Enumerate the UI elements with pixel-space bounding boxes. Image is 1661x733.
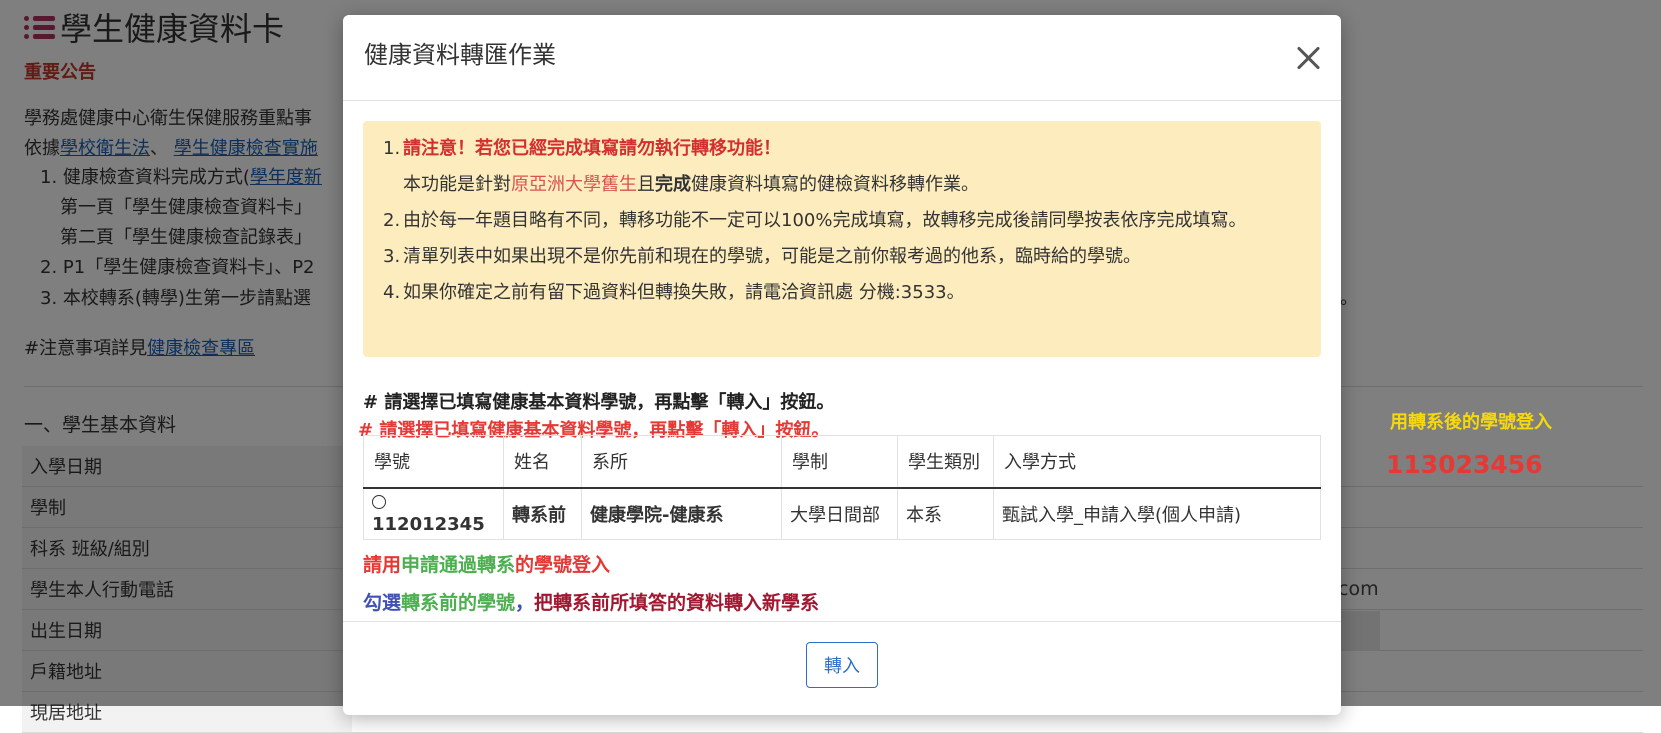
modal-title: 健康資料轉匯作業 — [364, 41, 556, 69]
department-cell: 健康學院-健康系 — [581, 487, 782, 540]
notice-item-1: 1. 請注意！若您已經完成填寫請勿執行轉移功能！ 本功能是針對原亞洲大學舊生且完… — [383, 138, 979, 195]
system-cell: 大學日間部 — [781, 487, 898, 540]
hint-select: 勾選轉系前的學號，把轉系前所填答的資料轉入新學系 — [363, 592, 820, 614]
hint-login: 請用申請通過轉系的學號登入 — [363, 554, 611, 576]
notice-box: 1. 請注意！若您已經完成填寫請勿執行轉移功能！ 本功能是針對原亞洲大學舊生且完… — [363, 121, 1321, 357]
instruction-text: # 請選擇已填寫健康基本資料學號，再點擊「轉入」按鈕。 — [363, 392, 835, 413]
category-cell: 本系 — [897, 487, 994, 540]
close-icon[interactable] — [1293, 43, 1323, 73]
annotation-new-student-id: 113023456 — [1386, 450, 1543, 479]
col-admission: 入學方式 — [993, 435, 1321, 489]
table-header-row: 學號 姓名 系所 學制 學生類別 入學方式 — [363, 435, 1321, 489]
col-system: 學制 — [781, 435, 898, 489]
col-student-id: 學號 — [363, 435, 504, 489]
transfer-modal: 健康資料轉匯作業 1. 請注意！若您已經完成填寫請勿執行轉移功能！ 本功能是針對… — [343, 15, 1341, 715]
col-department: 系所 — [581, 435, 782, 489]
modal-footer: 轉入 — [343, 621, 1341, 715]
annotation-login-new-id: 用轉系後的學號登入 — [1390, 412, 1552, 433]
notice-item-4: 4. 如果你確定之前有留下過資料但轉換失敗，請電洽資訊處 分機:3533。 — [383, 282, 965, 303]
table-row[interactable]: 112012345 轉系前 健康學院-健康系 大學日間部 本系 甄試入學_申請入… — [363, 487, 1321, 540]
student-id-table: 學號 姓名 系所 學制 學生類別 入學方式 112012345 轉系前 健康學院… — [363, 435, 1321, 540]
student-id-radio[interactable] — [372, 494, 386, 509]
admission-cell: 甄試入學_申請入學(個人申請) — [993, 487, 1321, 540]
student-id-cell[interactable]: 112012345 — [363, 487, 504, 540]
col-name: 姓名 — [503, 435, 582, 489]
name-cell: 轉系前 — [503, 487, 582, 540]
col-category: 學生類別 — [897, 435, 994, 489]
notice-item-3: 3. 清單列表中如果出現不是你先前和現在的學號，可能是之前你報考過的他系，臨時給… — [383, 246, 1141, 267]
modal-header: 健康資料轉匯作業 — [343, 15, 1341, 101]
email-fragment: com — [1338, 578, 1379, 600]
notice-item-2: 2. 由於每一年題目略有不同，轉移功能不一定可以100%完成填寫，故轉移完成後請… — [383, 210, 1247, 231]
transfer-button[interactable]: 轉入 — [806, 642, 878, 688]
